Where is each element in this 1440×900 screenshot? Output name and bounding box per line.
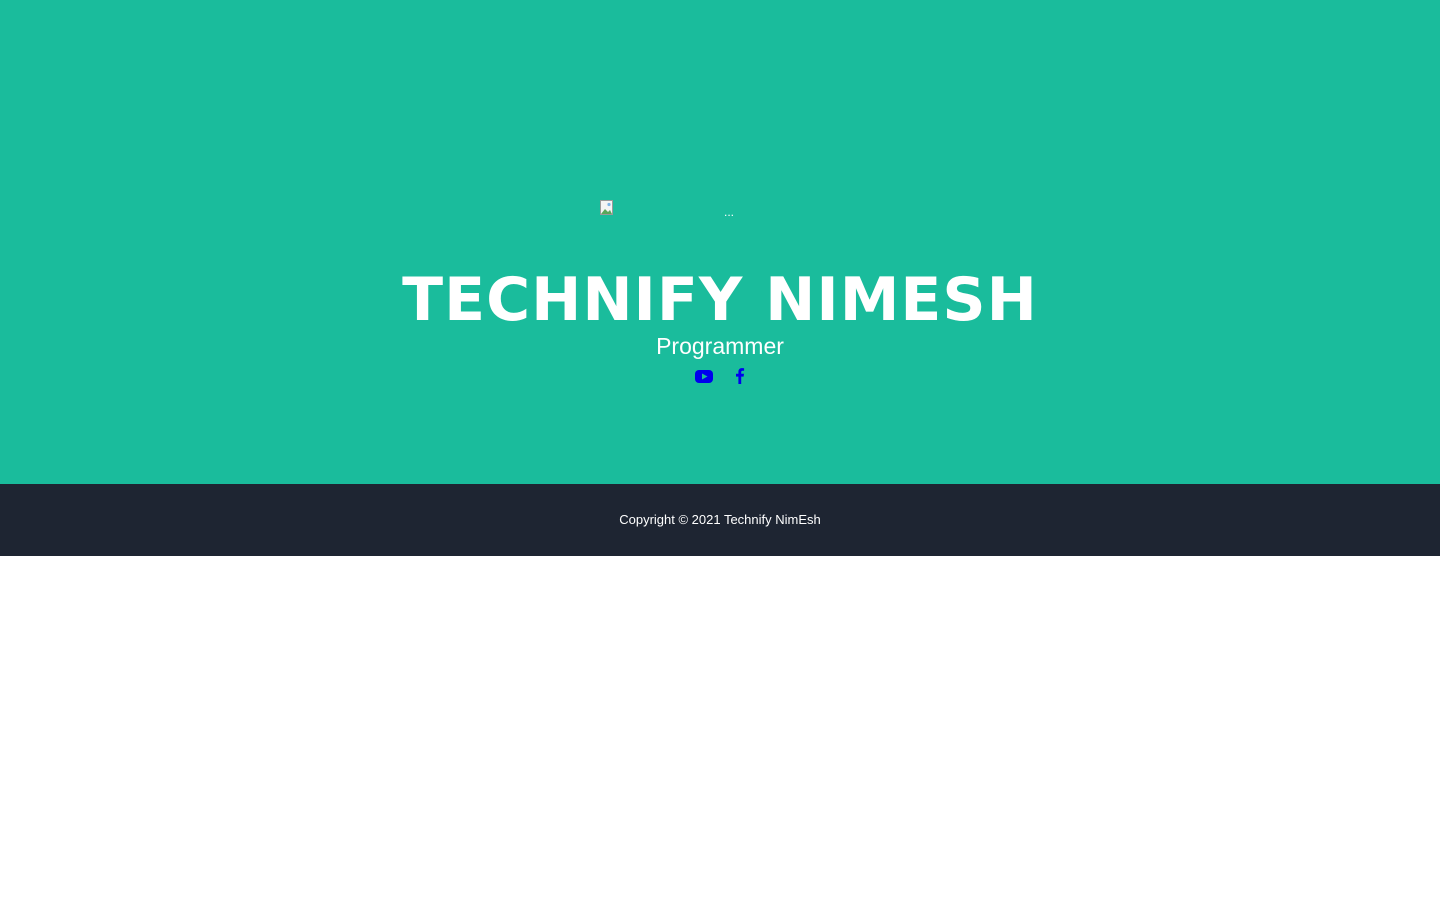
broken-image-icon <box>600 200 616 216</box>
youtube-icon <box>695 370 713 383</box>
youtube-link[interactable] <box>694 366 714 386</box>
masthead: ... TECHNIFY NIMESH Programmer <box>0 0 1440 484</box>
page-subtitle: Programmer <box>656 333 784 359</box>
copyright-text: Copyright © 2021 Technify NimEsh <box>619 512 821 527</box>
avatar: ... <box>600 200 840 220</box>
facebook-icon <box>736 368 745 384</box>
social-links <box>0 366 1440 386</box>
page-title: TECHNIFY NIMESH <box>402 265 1038 335</box>
facebook-link[interactable] <box>732 366 748 386</box>
copyright-bar: Copyright © 2021 Technify NimEsh <box>0 484 1440 556</box>
avatar-alt-text: ... <box>724 205 735 219</box>
